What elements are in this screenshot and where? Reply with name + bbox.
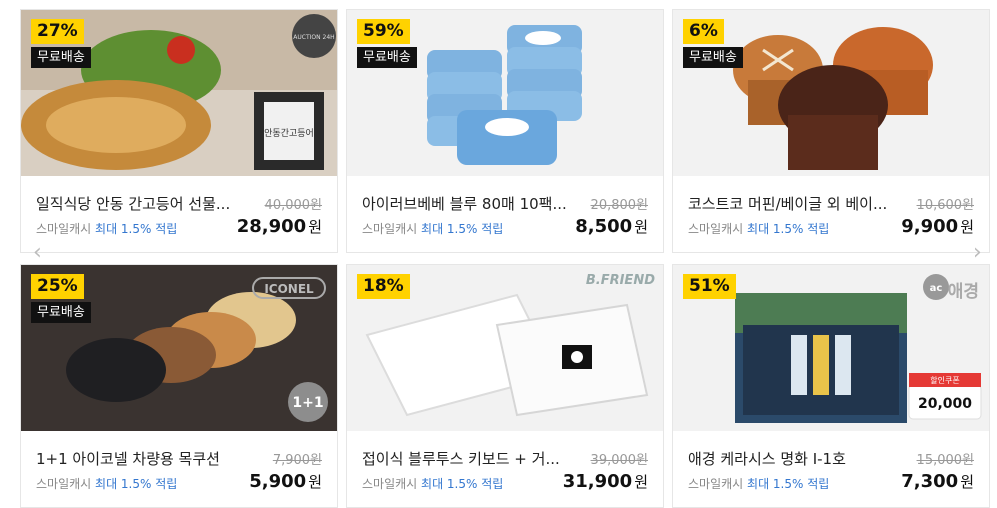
- sale-price: 31,900 원: [563, 471, 648, 492]
- cash-rate: 최대 1.5% 적립: [421, 222, 504, 236]
- original-price: 20,800원: [590, 198, 648, 213]
- product-info: 아이러브베베 블루 80매 10팩... 20,800원 스마일캐시 최대 1.…: [347, 176, 663, 252]
- currency-unit: 원: [960, 218, 974, 236]
- currency-unit: 원: [634, 218, 648, 236]
- product-title[interactable]: 접이식 블루투스 키보드 + 거...: [362, 448, 572, 469]
- cash-rate: 최대 1.5% 적립: [95, 222, 178, 236]
- coupon-label: 할인쿠폰: [930, 375, 959, 385]
- discount-badge: 18%: [357, 274, 410, 299]
- product-card[interactable]: 6% 무료배송 코스트코 머핀/베이글 외 베이... 10,600원 스마일캐…: [672, 9, 990, 253]
- promo-badge: 1+1: [292, 395, 323, 411]
- sale-price: 7,300 원: [901, 471, 974, 492]
- bfriend-logo: B.FRIEND: [585, 273, 655, 288]
- original-price: 10,600원: [916, 198, 974, 213]
- iconel-brand: ICONEL: [264, 282, 314, 296]
- original-price: 39,000원: [590, 453, 648, 468]
- cash-label: 스마일캐시: [362, 222, 418, 236]
- product-info: 코스트코 머핀/베이글 외 베이... 10,600원 스마일캐시 최대 1.5…: [673, 176, 989, 252]
- original-price: 40,000원: [264, 198, 322, 213]
- smile-cash-info: 스마일캐시 최대 1.5% 적립: [362, 220, 503, 237]
- free-shipping-badge: 무료배송: [683, 47, 743, 68]
- product-card[interactable]: ac 할인쿠폰 20,000 애경 51% 애경 케라시스 명화 I-1호 15…: [672, 264, 990, 508]
- price-value: 31,900: [562, 471, 633, 492]
- price-value: 7,300: [901, 471, 959, 492]
- currency-unit: 원: [308, 218, 322, 236]
- smile-cash-info: 스마일캐시 최대 1.5% 적립: [688, 475, 829, 492]
- currency-unit: 원: [634, 473, 648, 491]
- product-info: 애경 케라시스 명화 I-1호 15,000원 스마일캐시 최대 1.5% 적립…: [673, 431, 989, 507]
- sale-price: 9,900 원: [901, 216, 974, 237]
- next-arrow-icon[interactable]: ›: [973, 240, 982, 265]
- auction-badge: AUCTION 24H: [293, 34, 334, 41]
- cash-label: 스마일캐시: [688, 222, 744, 236]
- cash-label: 스마일캐시: [36, 477, 92, 491]
- original-price: 7,900원: [272, 453, 322, 468]
- currency-unit: 원: [308, 473, 322, 491]
- product-card[interactable]: 59% 무료배송 아이러브베베 블루 80매 10팩... 20,800원 스마…: [346, 9, 664, 253]
- product-info: 1+1 아이코넬 차량용 목쿠션 7,900원 스마일캐시 최대 1.5% 적립…: [21, 431, 337, 507]
- prev-arrow-icon[interactable]: ‹: [33, 240, 42, 265]
- sale-price: 8,500 원: [575, 216, 648, 237]
- coupon-value: 20,000: [918, 396, 972, 412]
- discount-badge: 6%: [683, 19, 724, 44]
- price-value: 9,900: [901, 216, 959, 237]
- cash-rate: 최대 1.5% 적립: [95, 477, 178, 491]
- sale-price: 5,900 원: [249, 471, 322, 492]
- smile-cash-info: 스마일캐시 최대 1.5% 적립: [36, 475, 177, 492]
- discount-badge: 25%: [31, 274, 84, 299]
- aekyung-logo: 애경: [947, 282, 979, 302]
- product-card[interactable]: ICONEL 1+1 25% 무료배송 1+1 아이코넬 차량용 목쿠션 7,9…: [20, 264, 338, 508]
- free-shipping-badge: 무료배송: [31, 302, 91, 323]
- cash-label: 스마일캐시: [362, 477, 418, 491]
- currency-unit: 원: [960, 473, 974, 491]
- cash-label: 스마일캐시: [36, 222, 92, 236]
- product-info: 접이식 블루투스 키보드 + 거... 39,000원 스마일캐시 최대 1.5…: [347, 431, 663, 507]
- free-shipping-badge: 무료배송: [31, 47, 91, 68]
- product-card[interactable]: 안동간고등어 AUCTION 24H 27% 무료배송 일직식당 안동 간고등어…: [20, 9, 338, 253]
- product-card[interactable]: B.FRIEND 18% 접이식 블루투스 키보드 + 거... 39,000원…: [346, 264, 664, 508]
- product-title[interactable]: 코스트코 머핀/베이글 외 베이...: [688, 193, 898, 214]
- cash-label: 스마일캐시: [688, 477, 744, 491]
- discount-badge: 51%: [683, 274, 736, 299]
- original-price: 15,000원: [916, 453, 974, 468]
- sale-price: 28,900 원: [237, 216, 322, 237]
- aekyung-logo-mark: ac: [930, 283, 943, 294]
- product-title[interactable]: 일직식당 안동 간고등어 선물...: [36, 193, 246, 214]
- smile-cash-info: 스마일캐시 최대 1.5% 적립: [362, 475, 503, 492]
- price-value: 5,900: [249, 471, 307, 492]
- cash-rate: 최대 1.5% 적립: [747, 477, 830, 491]
- cash-rate: 최대 1.5% 적립: [747, 222, 830, 236]
- thumb-bag-label: 안동간고등어: [264, 128, 314, 139]
- product-title[interactable]: 1+1 아이코넬 차량용 목쿠션: [36, 448, 246, 469]
- smile-cash-info: 스마일캐시 최대 1.5% 적립: [36, 220, 177, 237]
- free-shipping-badge: 무료배송: [357, 47, 417, 68]
- price-value: 8,500: [575, 216, 633, 237]
- product-title[interactable]: 아이러브베베 블루 80매 10팩...: [362, 193, 572, 214]
- discount-badge: 59%: [357, 19, 410, 44]
- discount-badge: 27%: [31, 19, 84, 44]
- cash-rate: 최대 1.5% 적립: [421, 477, 504, 491]
- smile-cash-info: 스마일캐시 최대 1.5% 적립: [688, 220, 829, 237]
- price-value: 28,900: [236, 216, 307, 237]
- product-info: 일직식당 안동 간고등어 선물... 40,000원 스마일캐시 최대 1.5%…: [21, 176, 337, 252]
- product-title[interactable]: 애경 케라시스 명화 I-1호: [688, 448, 898, 469]
